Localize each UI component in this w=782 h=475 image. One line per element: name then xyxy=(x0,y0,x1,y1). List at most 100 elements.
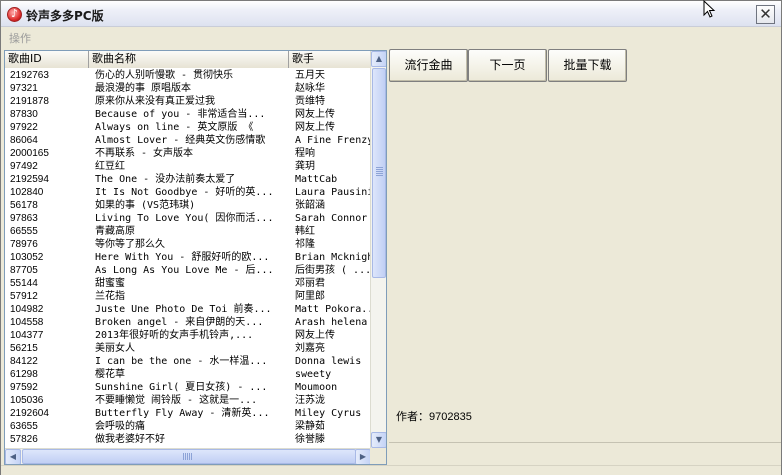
cell-song-id: 104558 xyxy=(10,317,44,328)
table-row[interactable]: 78976 等你等了那么久 祁隆 xyxy=(5,238,371,251)
cell-singer: sweety xyxy=(295,369,332,380)
table-row[interactable]: 2192763 伤心的人别听慢歌 - 贯彻快乐 五月天 xyxy=(5,69,371,82)
cell-singer: 梁静茹 xyxy=(295,421,325,432)
cell-song-name: 红豆红 xyxy=(95,161,125,172)
cell-singer: 阿里郎 xyxy=(295,291,325,302)
cell-song-name: 不要睡懒觉 闹铃版 - 这就是一... xyxy=(95,395,258,406)
table-row[interactable]: 97863 Living To Love You( 因你而活... Sarah Co… xyxy=(5,212,371,225)
menu-operate[interactable]: 操作 xyxy=(9,30,31,46)
scroll-right-button[interactable]: ▶ xyxy=(355,449,371,464)
table-row[interactable]: 87705 As Long As You Love Me - 后... 后街男孩 (… xyxy=(5,264,371,277)
table-header: 歌曲ID 歌曲名称 歌手 xyxy=(5,51,371,68)
cell-song-name: 2013年很好听的女声手机铃声,... xyxy=(95,330,254,341)
table-row[interactable]: 63655 会呼吸的痛 梁静茹 xyxy=(5,420,371,433)
cell-singer: 汪苏泷 xyxy=(295,395,325,406)
cell-singer: MattCab xyxy=(295,174,338,185)
cell-singer: 网友上传 xyxy=(295,330,335,341)
table-row[interactable]: 56178 如果的事 (VS范玮琪) 张韶涵 xyxy=(5,199,371,212)
cell-song-name: 等你等了那么久 xyxy=(95,239,165,250)
cell-singer: Donna lewis xyxy=(295,356,362,367)
cell-song-id: 61298 xyxy=(10,369,38,380)
column-header-song-id[interactable]: 歌曲ID xyxy=(5,51,89,68)
table-row[interactable]: 2191878 原来你从来没有真正爱过我 贡维特 xyxy=(5,95,371,108)
table-row[interactable]: 61298 樱花草 sweety xyxy=(5,368,371,381)
next-page-button[interactable]: 下一页 xyxy=(468,49,547,82)
vertical-scrollbar[interactable]: ▲ ▼ xyxy=(370,51,386,448)
cell-singer: Arash helena xyxy=(295,317,368,328)
table-row[interactable]: 87830 Because of you - 非常适合当... 网友上传 xyxy=(5,108,371,121)
cell-song-id: 2192763 xyxy=(10,70,49,81)
status-bar xyxy=(1,465,781,475)
cell-song-name: 如果的事 (VS范玮琪) xyxy=(95,200,196,211)
table-row[interactable]: 2000165 不再联系 - 女声版本 程响 xyxy=(5,147,371,160)
table-row[interactable]: 104982 Juste Une Photo De Toi 前奏... Matt P… xyxy=(5,303,371,316)
table-row[interactable]: 97321 最浪漫的事 原唱版本 赵咏华 xyxy=(5,82,371,95)
cell-song-name: 不再联系 - 女声版本 xyxy=(95,148,194,159)
song-table[interactable]: 歌曲ID 歌曲名称 歌手 2192763 伤心的人别听慢歌 - 贯彻快乐 五月天 97… xyxy=(4,50,387,465)
vertical-scroll-thumb[interactable] xyxy=(372,68,386,278)
table-row[interactable]: 66555 青藏高原 韩红 xyxy=(5,225,371,238)
cell-song-name: 原来你从来没有真正爱过我 xyxy=(95,96,215,107)
cell-song-id: 97592 xyxy=(10,382,38,393)
batch-download-button[interactable]: 批量下载 xyxy=(548,49,627,82)
cell-song-id: 97922 xyxy=(10,122,38,133)
divider xyxy=(389,442,781,443)
table-row[interactable]: 57912 兰花指 阿里郎 xyxy=(5,290,371,303)
cell-song-name: 兰花指 xyxy=(95,291,125,302)
cell-song-name: 甜蜜蜜 xyxy=(95,278,125,289)
app-window: 铃声多多PC版 ✕ 操作 歌曲ID 歌曲名称 歌手 2192763 伤心的人别听慢… xyxy=(0,0,782,475)
column-header-song-name[interactable]: 歌曲名称 xyxy=(89,51,289,68)
table-row[interactable]: 97492 红豆红 龚玥 xyxy=(5,160,371,173)
author-label: 作者：9702835 xyxy=(396,411,472,423)
cell-song-id: 87705 xyxy=(10,265,38,276)
cell-song-id: 63655 xyxy=(10,421,38,432)
table-row[interactable]: 104377 2013年很好听的女声手机铃声,... 网友上传 xyxy=(5,329,371,342)
cell-song-id: 105036 xyxy=(10,395,44,406)
cell-song-name: 青藏高原 xyxy=(95,226,135,237)
cell-singer: Matt Pokora... xyxy=(295,304,371,315)
scroll-corner xyxy=(370,448,386,464)
table-row[interactable]: 56215 美丽女人 刘嘉亮 xyxy=(5,342,371,355)
cell-song-name: Butterfly Fly Away - 清新英... xyxy=(95,408,270,419)
scroll-left-button[interactable]: ◀ xyxy=(5,449,21,464)
table-row[interactable]: 104558 Broken angel - 来自伊朗的天... Arash hele… xyxy=(5,316,371,329)
cell-song-id: 103052 xyxy=(10,252,44,263)
table-row[interactable]: 57826 做我老婆好不好 徐誉滕 xyxy=(5,433,371,446)
table-row[interactable]: 97592 Sunshine Girl( 夏日女孩) - ... Moumoon xyxy=(5,381,371,394)
cell-singer: Moumoon xyxy=(295,382,338,393)
cell-song-name: Because of you - 非常适合当... xyxy=(95,109,266,120)
cell-song-id: 78976 xyxy=(10,239,38,250)
table-row[interactable]: 55144 甜蜜蜜 邓丽君 xyxy=(5,277,371,290)
table-row[interactable]: 102840 It Is Not Goodbye - 好听的英... Laura P… xyxy=(5,186,371,199)
table-row[interactable]: 97922 Always on line - 英文原版 《 网友上传 xyxy=(5,121,371,134)
window-title: 铃声多多PC版 xyxy=(26,9,104,23)
cell-song-id: 102840 xyxy=(10,187,44,198)
table-row[interactable]: 86064 Almost Lover - 经典英文伤感情歌 A Fine Frenz… xyxy=(5,134,371,147)
table-row[interactable]: 105036 不要睡懒觉 闹铃版 - 这就是一... 汪苏泷 xyxy=(5,394,371,407)
cell-singer: 网友上传 xyxy=(295,122,335,133)
column-header-singer[interactable]: 歌手 xyxy=(289,51,371,68)
scroll-down-button[interactable]: ▼ xyxy=(371,432,386,448)
cell-song-id: 57826 xyxy=(10,434,38,445)
popular-songs-button[interactable]: 流行金曲 xyxy=(389,49,468,82)
horizontal-scrollbar[interactable]: ◀ ▶ xyxy=(5,448,371,464)
cell-song-id: 56178 xyxy=(10,200,38,211)
cell-singer: A Fine Frenzy xyxy=(295,135,371,146)
table-row[interactable]: 84122 I can be the one - 水一样温... Donna lew… xyxy=(5,355,371,368)
cell-song-name: Almost Lover - 经典英文伤感情歌 xyxy=(95,135,266,146)
cell-singer: 祁隆 xyxy=(295,239,315,250)
horizontal-scroll-thumb[interactable] xyxy=(22,449,356,464)
title-bar[interactable]: 铃声多多PC版 ✕ xyxy=(1,1,781,27)
cell-song-name: It Is Not Goodbye - 好听的英... xyxy=(95,187,274,198)
cell-singer: 刘嘉亮 xyxy=(295,343,325,354)
cell-singer: Miley Cyrus xyxy=(295,408,362,419)
cell-singer: 韩红 xyxy=(295,226,315,237)
scroll-up-button[interactable]: ▲ xyxy=(371,51,386,67)
table-row[interactable]: 103052 Here With You - 舒服好听的欧... Brian Mck… xyxy=(5,251,371,264)
cell-song-name: 伤心的人别听慢歌 - 贯彻快乐 xyxy=(95,70,234,81)
cell-singer: 龚玥 xyxy=(295,161,315,172)
table-row[interactable]: 2192604 Butterfly Fly Away - 清新英... Miley … xyxy=(5,407,371,420)
menu-bar: 操作 xyxy=(1,27,781,48)
table-row[interactable]: 2192594 The One - 没办法前奏太爱了 MattCab xyxy=(5,173,371,186)
close-button[interactable]: ✕ xyxy=(756,5,775,24)
